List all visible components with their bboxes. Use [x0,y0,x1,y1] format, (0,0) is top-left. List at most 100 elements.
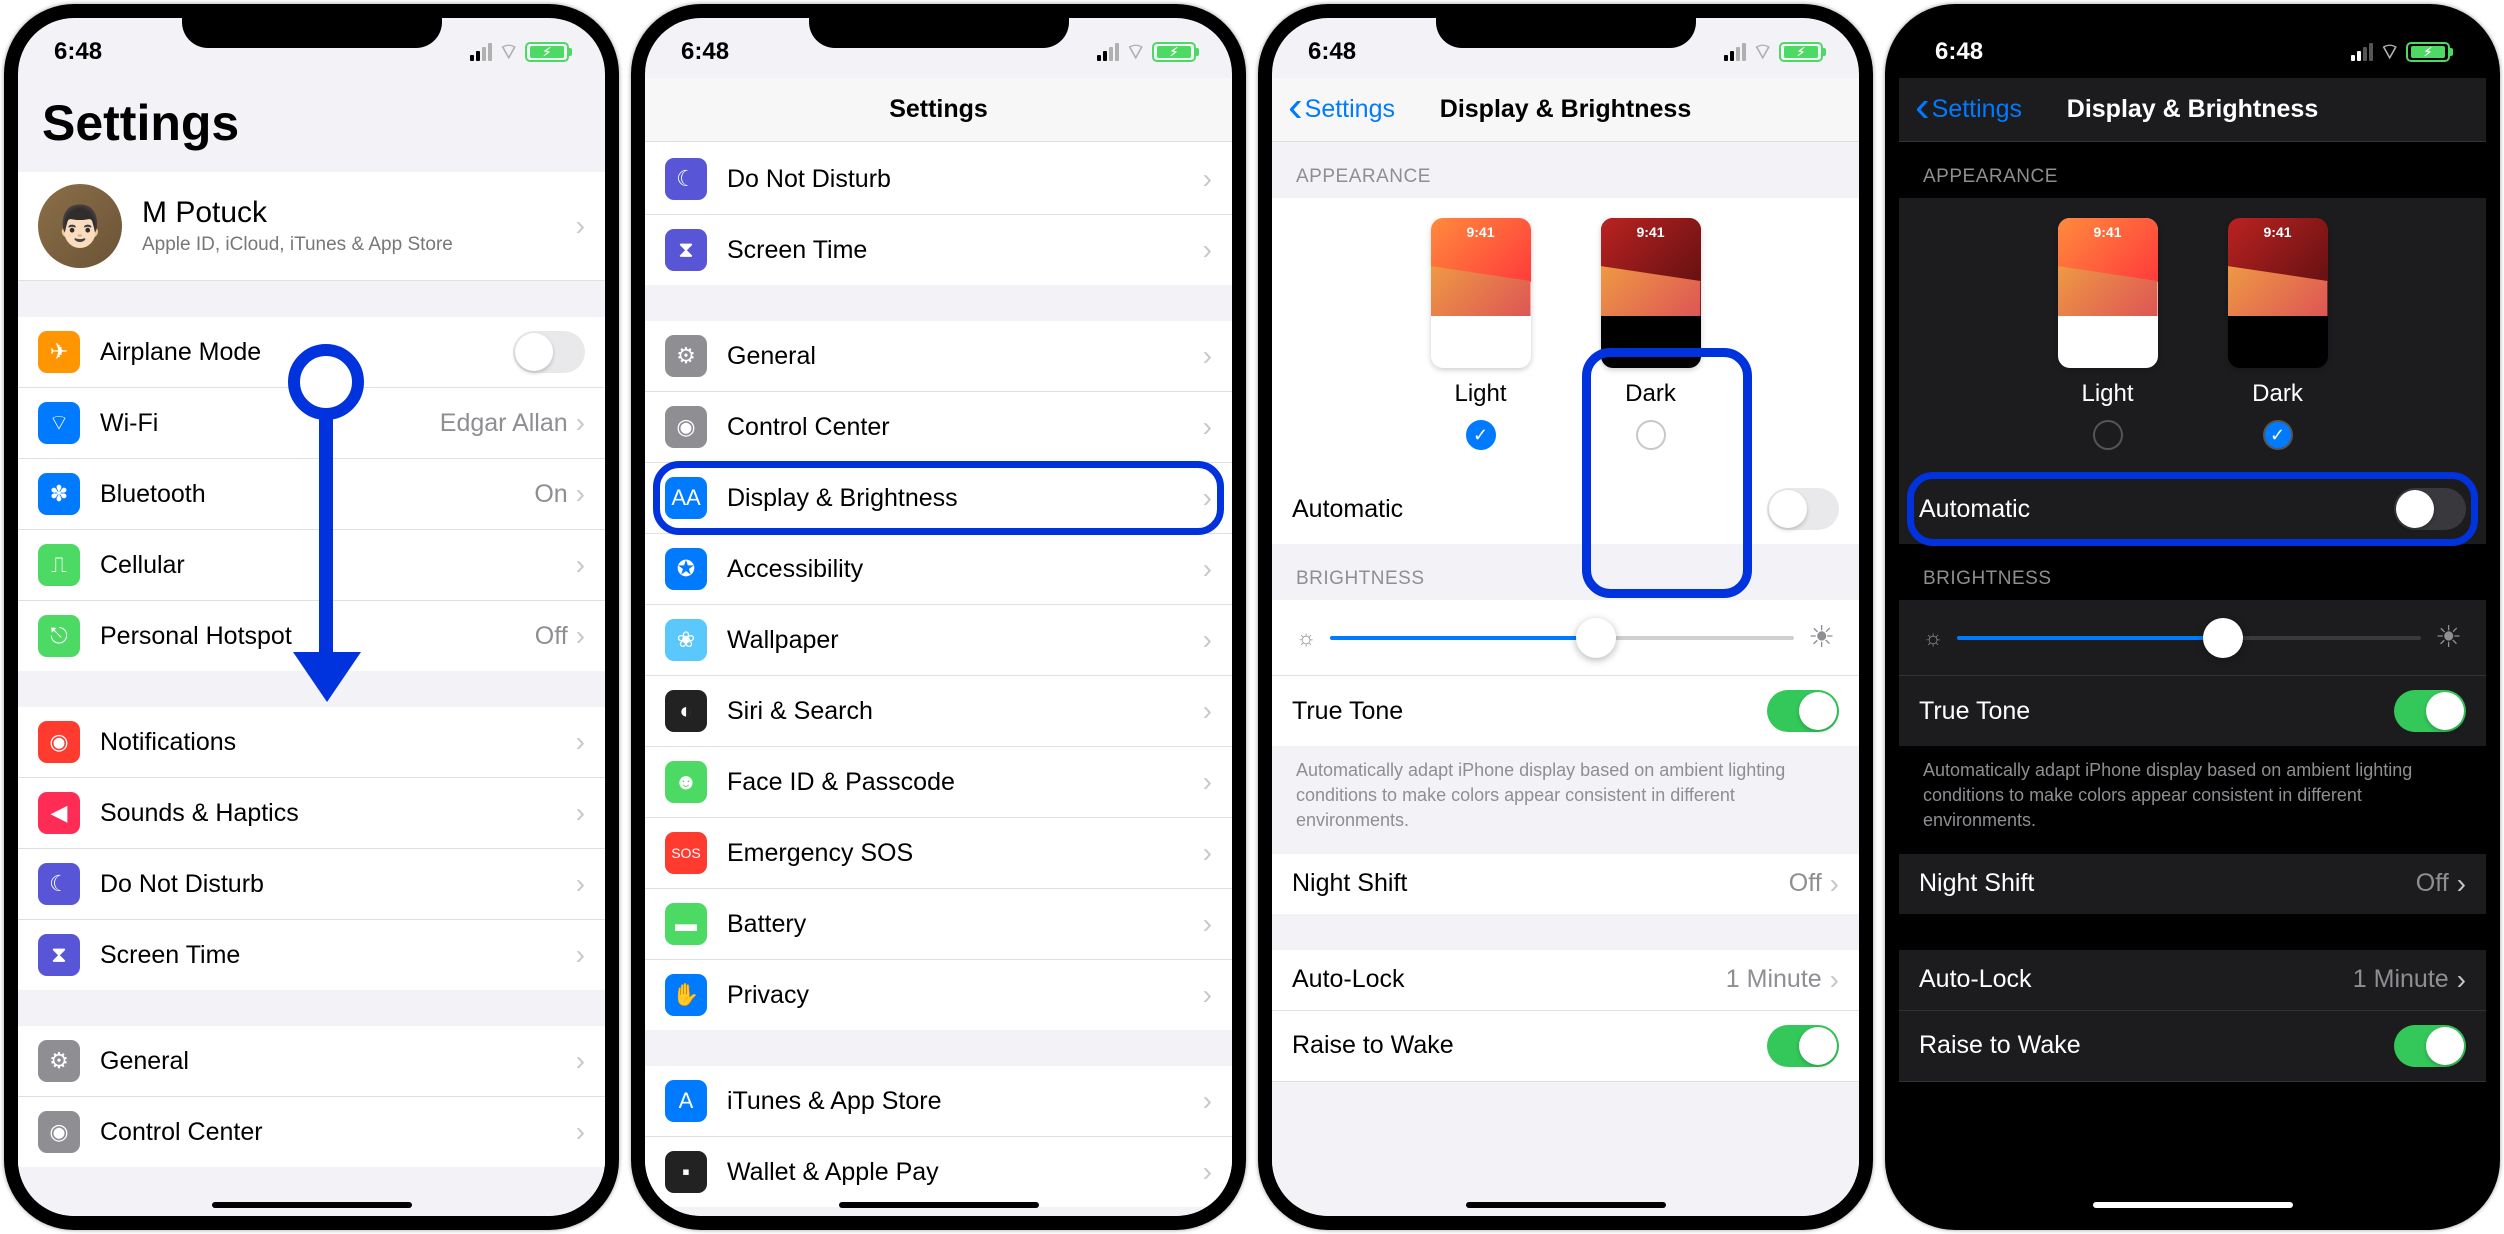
navbar: Settings Display & Brightness [1899,78,2486,142]
settings-row-display-brightness[interactable]: AADisplay & Brightness› [645,463,1232,534]
nightshift-row[interactable]: Night Shift Off › [1272,854,1859,914]
settings-row-do-not-disturb[interactable]: ☾Do Not Disturb› [645,144,1232,215]
chevron-icon: › [1830,964,1839,996]
truetone-row[interactable]: True Tone [1272,676,1859,746]
row-icon: ☻ [665,761,707,803]
settings-row-privacy[interactable]: ✋Privacy› [645,960,1232,1030]
chevron-icon: › [1203,1156,1212,1188]
settings-row-wallpaper[interactable]: ❀Wallpaper› [645,605,1232,676]
raise-row[interactable]: Raise to Wake [1899,1011,2486,1082]
settings-row-siri-search[interactable]: ◐Siri & Search› [645,676,1232,747]
settings-row-bluetooth[interactable]: ✽BluetoothOn› [18,459,605,530]
row-value: Off [535,622,568,651]
settings-row-cellular[interactable]: ⎍Cellular› [18,530,605,601]
row-label: Face ID & Passcode [727,768,1203,797]
settings-row-screen-time[interactable]: ⧗Screen Time› [18,920,605,990]
brightness-slider[interactable] [1330,636,1794,640]
row-icon: ▪ [665,1151,707,1193]
light-radio[interactable] [1466,420,1496,450]
automatic-switch[interactable] [1767,488,1839,530]
back-button[interactable]: Settings [1915,95,2022,124]
chevron-icon: › [576,407,585,439]
row-label: Bluetooth [100,480,534,509]
automatic-row[interactable]: Automatic [1899,474,2486,544]
chevron-icon: › [1203,234,1212,266]
settings-row-face-id-passcode[interactable]: ☻Face ID & Passcode› [645,747,1232,818]
raise-row[interactable]: Raise to Wake [1272,1011,1859,1082]
row-label: Control Center [100,1118,576,1147]
settings-row-do-not-disturb[interactable]: ☾Do Not Disturb› [18,849,605,920]
dark-label: Dark [1625,380,1676,408]
truetone-switch[interactable] [1767,690,1839,732]
chevron-icon: › [1203,1085,1212,1117]
row-switch[interactable] [513,331,585,373]
avatar: 👨🏻 [38,184,122,268]
chevron-icon: › [2457,868,2466,900]
status-bar: 6:48 ⌔⚡︎ [645,18,1232,78]
settings-row-general[interactable]: ⚙General› [18,1026,605,1097]
row-label: iTunes & App Store [727,1087,1203,1116]
settings-row-sounds-haptics[interactable]: ◀︎Sounds & Haptics› [18,778,605,849]
settings-row-screen-time[interactable]: ⧗Screen Time› [645,215,1232,285]
light-radio[interactable] [2093,420,2123,450]
settings-row-wi-fi[interactable]: ⌔Wi-FiEdgar Allan› [18,388,605,459]
chevron-icon: › [1203,624,1212,656]
truetone-switch[interactable] [2394,690,2466,732]
settings-row-control-center[interactable]: ◉Control Center› [645,392,1232,463]
row-label: Do Not Disturb [727,165,1203,194]
autolock-row[interactable]: Auto-Lock 1 Minute › [1899,950,2486,1011]
row-label: Do Not Disturb [100,870,576,899]
sun-large-icon: ☀︎ [1808,620,1835,655]
row-icon: ❀ [665,619,707,661]
row-icon: ◉ [38,721,80,763]
settings-row-battery[interactable]: ▬Battery› [645,889,1232,960]
row-icon: ⎋ [38,615,80,657]
dark-radio[interactable] [2263,420,2293,450]
row-label: Control Center [727,413,1203,442]
row-icon: ⧗ [38,934,80,976]
appearance-dark[interactable]: 9:41 Dark [1601,218,1701,450]
sun-large-icon: ☀︎ [2435,620,2462,655]
profile-name: M Potuck [142,196,576,230]
settings-row-general[interactable]: ⚙General› [645,321,1232,392]
raise-switch[interactable] [1767,1025,1839,1067]
appearance-dark[interactable]: 9:41 Dark [2228,218,2328,450]
settings-row-airplane-mode[interactable]: ✈︎Airplane Mode [18,317,605,388]
settings-row-emergency-sos[interactable]: SOSEmergency SOS› [645,818,1232,889]
settings-row-notifications[interactable]: ◉Notifications› [18,707,605,778]
chevron-icon: › [1203,163,1212,195]
nav-title: Display & Brightness [2067,95,2318,124]
appearance-light[interactable]: 9:41 Light [2058,218,2158,450]
settings-row-personal-hotspot[interactable]: ⎋Personal HotspotOff› [18,601,605,671]
nightshift-row[interactable]: Night Shift Off › [1899,854,2486,914]
dark-radio[interactable] [1636,420,1666,450]
dark-preview: 9:41 [2228,218,2328,368]
appearance-light[interactable]: 9:41 Light [1431,218,1531,450]
wifi-icon: ⌔ [498,38,519,66]
brightness-slider-row[interactable]: ☼ ☀︎ [1272,600,1859,676]
autolock-row[interactable]: Auto-Lock 1 Minute › [1272,950,1859,1011]
automatic-row[interactable]: Automatic [1272,474,1859,544]
row-label: Screen Time [100,941,576,970]
brightness-slider-row[interactable]: ☼ ☀︎ [1899,600,2486,676]
brightness-slider[interactable] [1957,636,2421,640]
chevron-icon: › [1203,979,1212,1011]
row-label: Display & Brightness [727,484,1203,513]
chevron-icon: › [1203,695,1212,727]
settings-row-accessibility[interactable]: ✪Accessibility› [645,534,1232,605]
chevron-icon: › [576,478,585,510]
automatic-switch[interactable] [2394,488,2466,530]
chevron-icon: › [576,868,585,900]
battery-icon: ⚡︎ [525,42,569,62]
settings-row-control-center[interactable]: ◉Control Center› [18,1097,605,1167]
truetone-row[interactable]: True Tone [1899,676,2486,746]
back-button[interactable]: Settings [1288,95,1395,124]
settings-row-wallet-apple-pay[interactable]: ▪Wallet & Apple Pay› [645,1137,1232,1207]
light-preview: 9:41 [2058,218,2158,368]
settings-row-itunes-app-store[interactable]: AiTunes & App Store› [645,1066,1232,1137]
profile-row[interactable]: 👨🏻 M Potuck Apple ID, iCloud, iTunes & A… [18,172,605,281]
dark-label: Dark [2252,380,2303,408]
raise-switch[interactable] [2394,1025,2466,1067]
settings-group-notify: ◉Notifications›◀︎Sounds & Haptics›☾Do No… [18,707,605,990]
status-time: 6:48 [681,38,729,66]
